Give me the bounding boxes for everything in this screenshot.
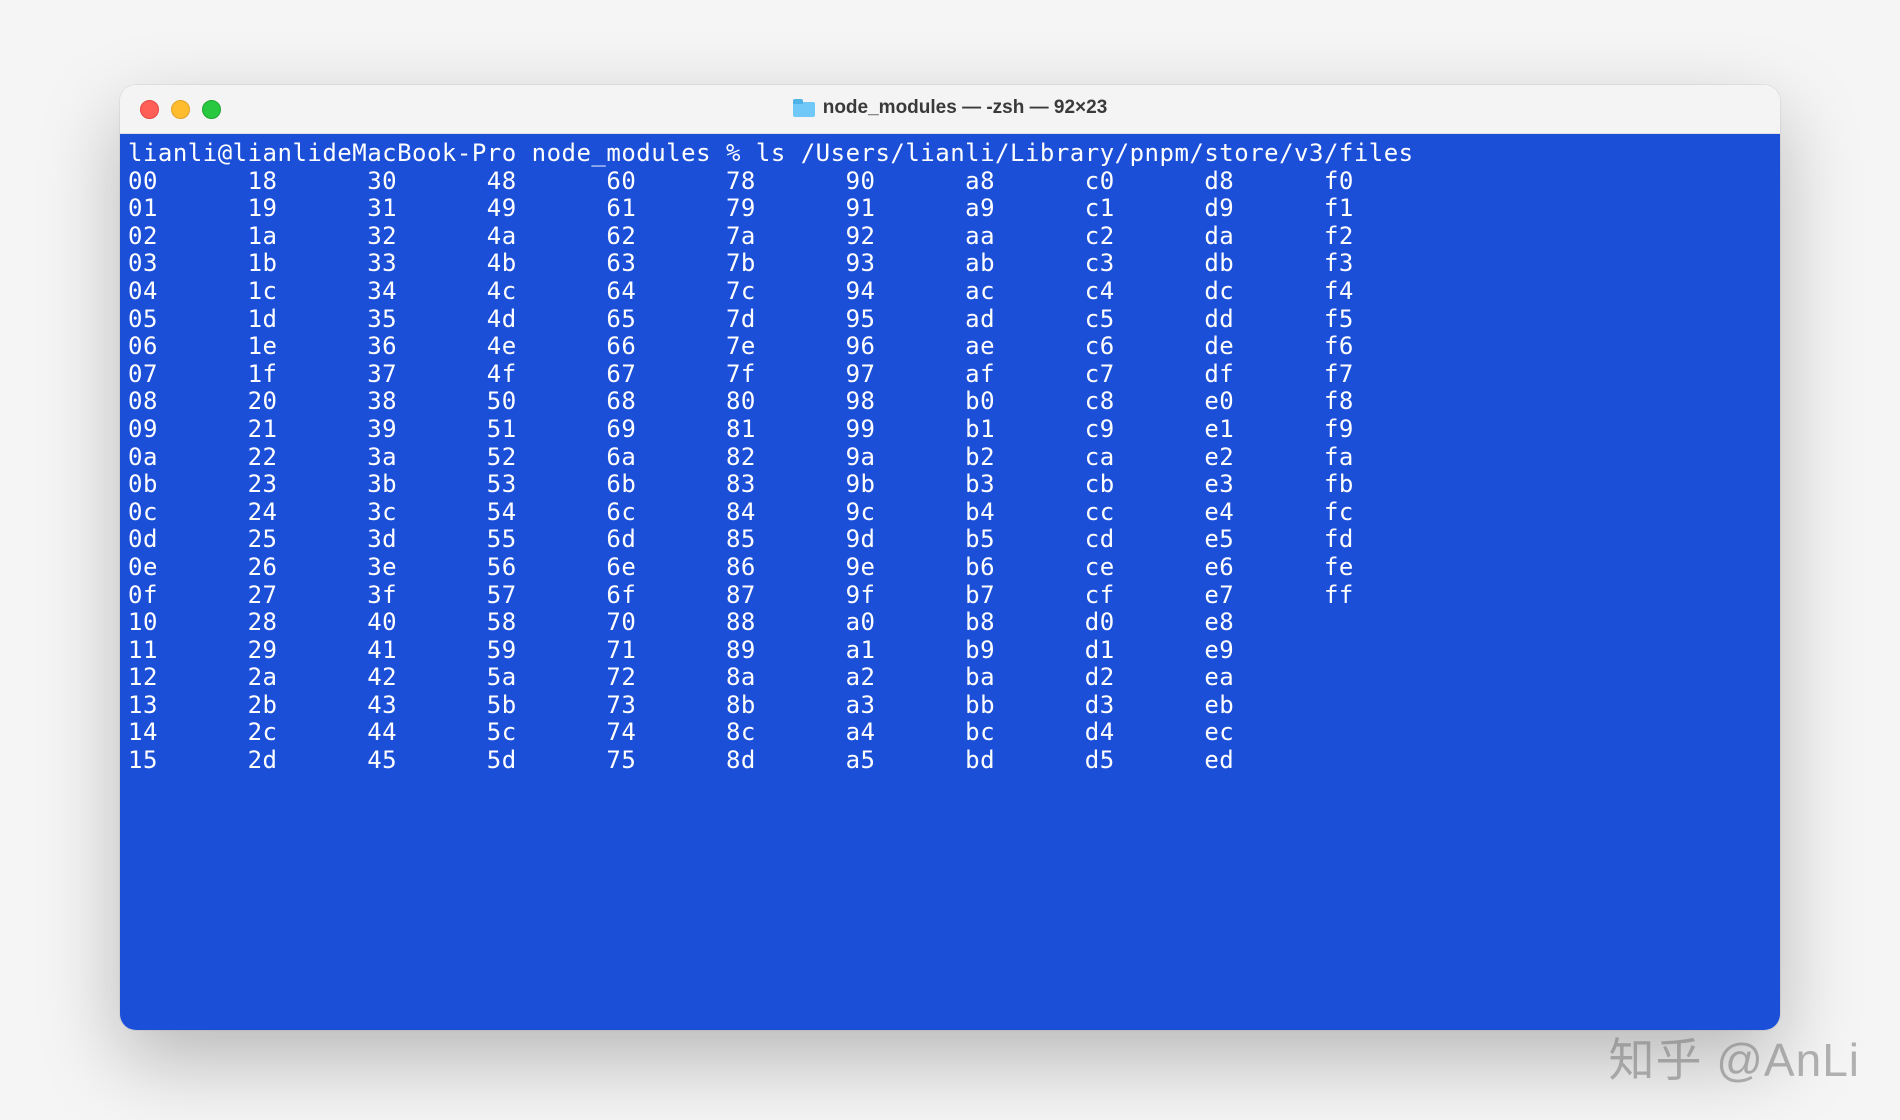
minimize-icon[interactable] — [171, 100, 190, 119]
close-icon[interactable] — [140, 100, 159, 119]
terminal-window: node_modules — -zsh — 92×23 lianli@lianl… — [120, 85, 1780, 1030]
window-title-wrap: node_modules — -zsh — 92×23 — [120, 97, 1780, 122]
folder-icon — [793, 99, 815, 117]
traffic-lights — [120, 100, 221, 119]
window-title: node_modules — -zsh — 92×23 — [823, 97, 1108, 119]
watermark: 知乎 @AnLi — [1608, 1024, 1860, 1090]
titlebar: node_modules — -zsh — 92×23 — [120, 85, 1780, 134]
zoom-icon[interactable] — [202, 100, 221, 119]
terminal-output[interactable]: lianli@lianlideMacBook-Pro node_modules … — [120, 134, 1780, 1030]
